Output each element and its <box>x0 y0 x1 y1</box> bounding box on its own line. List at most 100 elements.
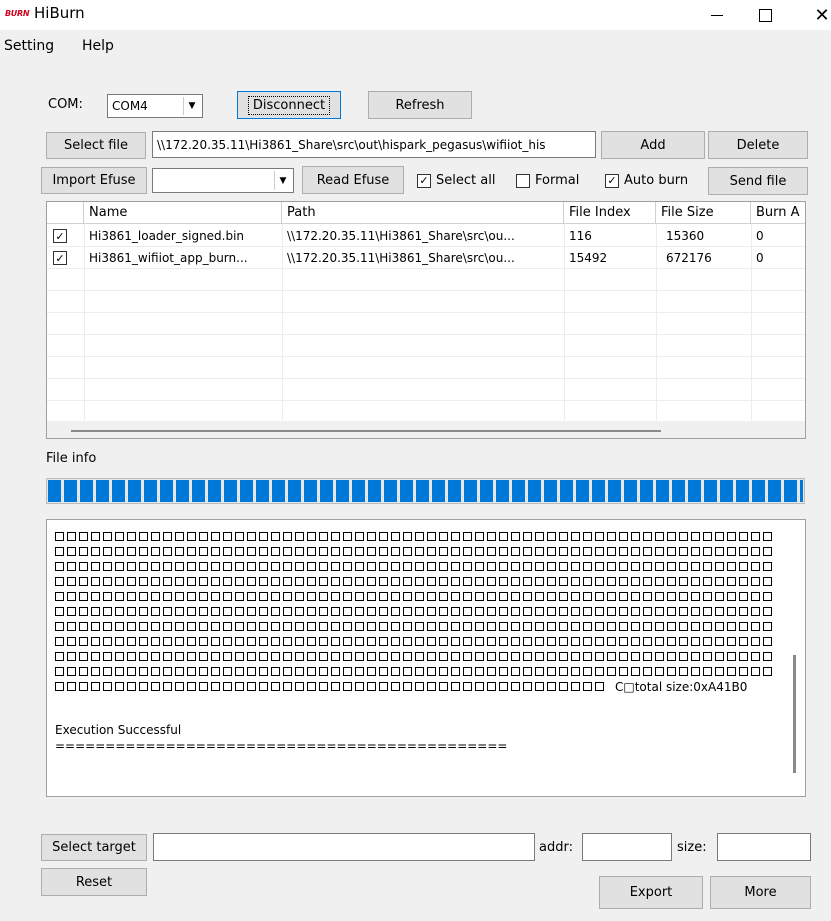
garbled-glyph <box>655 637 664 646</box>
garbled-glyph <box>739 577 748 586</box>
log-separator: ========================================… <box>55 739 508 753</box>
garbled-glyph <box>631 562 640 571</box>
table-cell-burn: 0 <box>756 251 764 265</box>
menu-setting[interactable]: Setting <box>4 38 54 54</box>
garbled-glyph <box>187 592 196 601</box>
column-header-burn[interactable]: Burn A <box>751 202 805 224</box>
garbled-glyph <box>607 607 616 616</box>
garbled-glyph <box>583 547 592 556</box>
garbled-glyph <box>415 562 424 571</box>
menu-help[interactable]: Help <box>82 38 114 54</box>
log-scrollbar-thumb[interactable] <box>793 655 796 773</box>
garbled-glyph <box>295 667 304 676</box>
garbled-glyph <box>559 562 568 571</box>
log-output[interactable]: C□total size:0xA41B0 Execution Successfu… <box>46 519 806 797</box>
garbled-glyph <box>115 637 124 646</box>
garbled-glyph <box>487 592 496 601</box>
garbled-glyph <box>295 577 304 586</box>
garbled-glyph <box>619 532 628 541</box>
garbled-glyph <box>163 532 172 541</box>
garbled-glyph <box>451 637 460 646</box>
auto-burn-checkbox[interactable]: ✓ Auto burn <box>605 173 688 188</box>
garbled-glyph <box>763 532 772 541</box>
delete-button[interactable]: Delete <box>708 131 808 159</box>
scrollbar-thumb[interactable] <box>71 430 661 432</box>
table-horizontal-scrollbar[interactable] <box>47 421 805 438</box>
garbled-glyph <box>295 547 304 556</box>
disconnect-button[interactable]: Disconnect <box>237 91 341 119</box>
garbled-glyph <box>511 547 520 556</box>
garbled-glyph <box>679 607 688 616</box>
column-header-name[interactable]: Name <box>84 202 282 224</box>
column-header-check[interactable] <box>47 202 84 224</box>
garbled-glyph <box>547 592 556 601</box>
more-button[interactable]: More <box>710 876 811 909</box>
garbled-glyph <box>547 577 556 586</box>
garbled-glyph <box>499 682 508 691</box>
garbled-glyph <box>391 577 400 586</box>
import-efuse-button[interactable]: Import Efuse <box>41 167 147 194</box>
maximize-button[interactable] <box>743 2 787 28</box>
efuse-select[interactable]: ▼ <box>152 168 294 193</box>
garbled-glyph <box>259 592 268 601</box>
add-button[interactable]: Add <box>601 131 705 159</box>
garbled-glyph <box>223 547 232 556</box>
table-cell-file-index: 116 <box>569 229 592 243</box>
garbled-glyph <box>235 682 244 691</box>
garbled-glyph <box>139 592 148 601</box>
garbled-glyph <box>67 682 76 691</box>
garbled-glyph <box>427 577 436 586</box>
target-path-input[interactable] <box>153 833 535 861</box>
garbled-glyph <box>367 652 376 661</box>
file-path-input[interactable]: \\172.20.35.11\Hi3861_Share\src\out\hisp… <box>152 131 596 158</box>
garbled-glyph <box>463 532 472 541</box>
garbled-glyph <box>163 652 172 661</box>
minimize-button[interactable] <box>695 2 739 28</box>
reset-button[interactable]: Reset <box>41 868 147 896</box>
column-header-path[interactable]: Path <box>282 202 564 224</box>
garbled-glyph <box>283 622 292 631</box>
garbled-glyph <box>271 562 280 571</box>
close-button[interactable]: ✕ <box>800 2 831 28</box>
garbled-glyph <box>571 562 580 571</box>
garbled-glyph <box>475 637 484 646</box>
select-target-button[interactable]: Select target <box>41 834 147 861</box>
garbled-glyph <box>247 622 256 631</box>
garbled-glyph <box>67 607 76 616</box>
garbled-glyph <box>475 532 484 541</box>
garbled-glyph <box>691 562 700 571</box>
send-file-button[interactable]: Send file <box>708 167 808 195</box>
garbled-glyph <box>763 637 772 646</box>
garbled-glyph <box>703 652 712 661</box>
formal-checkbox[interactable]: Formal <box>516 173 579 188</box>
garbled-glyph <box>283 682 292 691</box>
export-button[interactable]: Export <box>599 876 703 909</box>
row-checkbox[interactable]: ✓ <box>47 225 84 247</box>
column-header-file-size[interactable]: File Size <box>656 202 751 224</box>
garbled-glyph <box>427 682 436 691</box>
column-header-file-index[interactable]: File Index <box>564 202 656 224</box>
garbled-glyph <box>751 562 760 571</box>
select-file-button[interactable]: Select file <box>46 132 146 159</box>
garbled-glyph <box>379 547 388 556</box>
select-all-checkbox[interactable]: ✓ Select all <box>417 173 495 188</box>
garbled-glyph <box>67 622 76 631</box>
garbled-glyph <box>451 532 460 541</box>
garbled-glyph <box>307 547 316 556</box>
garbled-glyph <box>439 577 448 586</box>
garbled-glyph <box>751 637 760 646</box>
addr-input[interactable] <box>582 833 672 861</box>
log-garbled-line <box>55 532 775 543</box>
garbled-glyph <box>559 637 568 646</box>
garbled-glyph <box>763 622 772 631</box>
garbled-glyph <box>727 577 736 586</box>
refresh-button[interactable]: Refresh <box>368 91 472 119</box>
size-input[interactable] <box>717 833 811 861</box>
com-select[interactable]: COM4 ▼ <box>107 94 203 118</box>
row-checkbox[interactable]: ✓ <box>47 247 84 269</box>
read-efuse-button[interactable]: Read Efuse <box>302 166 404 194</box>
garbled-glyph <box>187 547 196 556</box>
garbled-glyph <box>463 547 472 556</box>
garbled-glyph <box>715 532 724 541</box>
garbled-glyph <box>331 547 340 556</box>
